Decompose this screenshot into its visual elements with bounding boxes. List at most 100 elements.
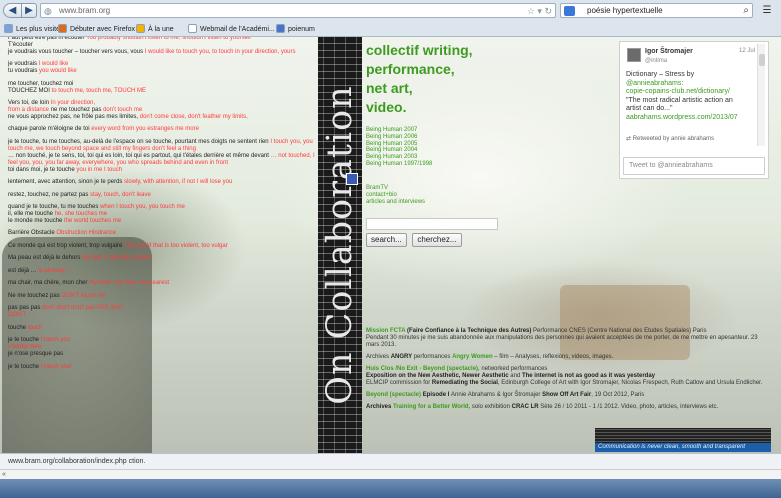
search-button[interactable]: search...: [366, 233, 407, 247]
site-title-line: collectif writing,: [366, 42, 473, 58]
globe-icon: ◍: [44, 6, 52, 16]
web-page: Faut peut être pas m'écouter You probabl…: [0, 37, 781, 453]
poem-french-text: je n'ose presque pas: [8, 351, 64, 358]
tweet-date[interactable]: 12 Jul: [739, 48, 755, 54]
site-search-input[interactable]: [366, 218, 498, 230]
poem-english-text: you in me I touch: [76, 166, 123, 173]
horizontal-scrollbar[interactable]: «: [0, 469, 781, 479]
tweet-link[interactable]: aabrahams.wordpress.com/2013/07: [626, 114, 752, 123]
poem-stanza: je te touche I touch you I hardly dare je …: [8, 337, 318, 358]
site-link[interactable]: contact+bio: [366, 192, 425, 199]
bookmark-item[interactable]: Débuter avec Firefox: [58, 24, 135, 35]
poem-stanza: je voudrais I would like tu voudrais you …: [8, 61, 318, 75]
news-text: ELMCIP commission for: [366, 379, 432, 386]
tweet-input[interactable]: Tweet to @annieabrahams: [623, 157, 765, 175]
news-link[interactable]: Huis Clos /No Exit - Beyond (spectacle): [366, 366, 478, 372]
site-title-line: net art,: [366, 80, 413, 96]
being-human-link[interactable]: Being Human 2005: [366, 141, 432, 148]
poem-english-text: to touch me, touch me, TOUCH ME: [51, 87, 147, 94]
news-text: Remediating the Social: [431, 379, 498, 386]
site-link[interactable]: BramTV: [366, 185, 425, 192]
search-engine-icon[interactable]: [564, 6, 575, 16]
poem-stanza: me toucher, touchez moi TOUCHEZ MOI to to…: [8, 81, 318, 95]
scroll-left-icon[interactable]: «: [2, 470, 6, 479]
poem-english-text: You probably shouldn't listen to me, sho…: [86, 37, 251, 41]
news-link[interactable]: Beyond (spectacle): [366, 392, 423, 398]
page-icon[interactable]: [346, 173, 358, 185]
poem-french-text: tu voudrais: [8, 68, 40, 75]
poem-stanza: Ce monde qui est trop violent, trop vulg…: [8, 243, 318, 250]
tweet-author[interactable]: Igor Štromajer: [645, 48, 693, 55]
bookmark-item[interactable]: À la une: [136, 24, 174, 35]
tweet-link[interactable]: copie-copains-club.net/dictionary/: [626, 88, 752, 97]
tweet-scrollbar[interactable]: [757, 44, 765, 146]
site-title: collectif writing, performance, net art, vi…: [366, 41, 566, 117]
search-icon[interactable]: ⌕: [743, 5, 749, 17]
poem-english-text: you would like: [39, 68, 77, 75]
bookmark-item[interactable]: poienum: [276, 24, 315, 35]
poem-french-text: restez, touchez, ne partez pas: [8, 191, 91, 198]
twitter-widget: Igor Štromajer 12 Jul @intima Dictionary…: [619, 41, 769, 179]
poem-french-text: je te touche: [8, 337, 41, 344]
retweet-text: Retweeted by annie abrahams: [632, 136, 715, 142]
search-bar[interactable]: poésie hypertextuelle ⌕: [560, 3, 753, 18]
tweet-handle[interactable]: @intima: [645, 58, 667, 64]
poem-stanza: chaque parole m'éloigne de toi every wor…: [8, 126, 318, 133]
poem-french-text: me toucher, touchez moi: [8, 80, 74, 87]
being-human-link[interactable]: Being Human 2003: [366, 154, 432, 161]
back-arrow-icon[interactable]: ◀: [3, 3, 22, 18]
poem-english-text: my flesh, my dear, my dearest: [89, 280, 170, 287]
bookmark-star-icon[interactable]: ☆ ▾ ↻: [527, 5, 552, 17]
poem-french-text: ne me touchez pas: [50, 107, 104, 114]
poem-french-text: quand je te touche, tu me touches: [8, 204, 101, 211]
news-link[interactable]: Training for a Better World: [393, 404, 469, 410]
bookmark-item[interactable]: Les plus visités: [4, 24, 63, 35]
site-link[interactable]: articles and interviews: [366, 199, 425, 206]
news-link[interactable]: Mission FCTA: [366, 328, 407, 334]
poem-stanza: lentement, avec attention, sinon je te p…: [8, 179, 318, 186]
poem-stanza: Ne me touchez pas DON'T touch me: [8, 293, 318, 300]
cherchez-button[interactable]: cherchez...: [412, 233, 462, 247]
being-human-link[interactable]: Being Human 2004: [366, 147, 432, 154]
forward-arrow-icon[interactable]: ▶: [21, 3, 37, 18]
poem-french-text: TOUCHEZ MOI: [8, 87, 52, 94]
being-human-link[interactable]: Being Human 2007: [366, 127, 432, 134]
url-text[interactable]: www.bram.org: [59, 6, 110, 16]
poem-french-text: chaque parole m'éloigne de toi: [8, 126, 92, 133]
being-human-link[interactable]: Being Human 1997/1998: [366, 161, 432, 168]
being-human-link[interactable]: Being Human 2006: [366, 134, 432, 141]
news-text: Exposition on the New Aesthetic, Newer A…: [366, 372, 511, 379]
bookmark-label: Les plus visités: [16, 26, 64, 33]
news-link[interactable]: Angry Women: [452, 354, 494, 360]
menu-icon[interactable]: ☰: [758, 3, 776, 18]
news-block: Mission FCTA (Faire Confiance à la Techn…: [366, 328, 768, 416]
bookmark-label: À la une: [148, 26, 174, 33]
poem-french-text: je te touche: [8, 363, 41, 370]
poem-english-text: slowly, with attention, if not I will lo…: [124, 179, 233, 186]
news-text: The internet is not as good as it was ye…: [521, 372, 655, 379]
scroll-thumb[interactable]: [759, 54, 765, 66]
tweet-text: "The most radical artistic action an: [626, 96, 733, 104]
poem-english-text: don't come close, don't feather my limit…: [139, 113, 248, 120]
bookmark-label: Débuter avec Firefox: [70, 26, 135, 33]
communication-caption[interactable]: Communication is never clean, smooth and…: [595, 443, 771, 452]
bookmark-icon: [276, 24, 285, 33]
news-text: Show Off Art Fair: [542, 391, 592, 398]
news-text: Sète 26 / 10 2011 - 1 /1 2012. Video, ph…: [540, 403, 719, 410]
poem-french-text: lentement, avec attention, sinon je te p…: [8, 179, 125, 186]
poem-french-text: je voudrais vous toucher – toucher vers …: [8, 48, 145, 55]
poem-column: Faut peut être pas m'écouter You probabl…: [8, 37, 318, 376]
poem-french-text: Faut peut être pas m'écouter: [8, 37, 87, 41]
poem-stanza: Ma peau est déjà le dehors My skin is al…: [8, 255, 318, 262]
news-text: CRAC LR: [511, 403, 541, 410]
poem-english-text: In your direction,: [50, 100, 96, 107]
poem-stanza: Vers toi, de loin In your direction, from…: [8, 100, 318, 121]
browser-chrome: ◀ ▶ ◍ www.bram.org ☆ ▾ ↻ poésie hypertex…: [0, 0, 781, 37]
tweet-link[interactable]: @annieabrahams:: [626, 80, 752, 89]
site-title-line: video.: [366, 99, 407, 115]
avatar[interactable]: [627, 48, 641, 62]
tweet-body: Dictionary – Stress by @annieabrahams: cop…: [626, 71, 752, 123]
search-text[interactable]: poésie hypertextuelle: [587, 6, 663, 16]
bookmark-item[interactable]: Webmail de l'Académi...: [188, 24, 275, 35]
url-bar[interactable]: ◍ www.bram.org ☆ ▾ ↻: [40, 3, 556, 18]
